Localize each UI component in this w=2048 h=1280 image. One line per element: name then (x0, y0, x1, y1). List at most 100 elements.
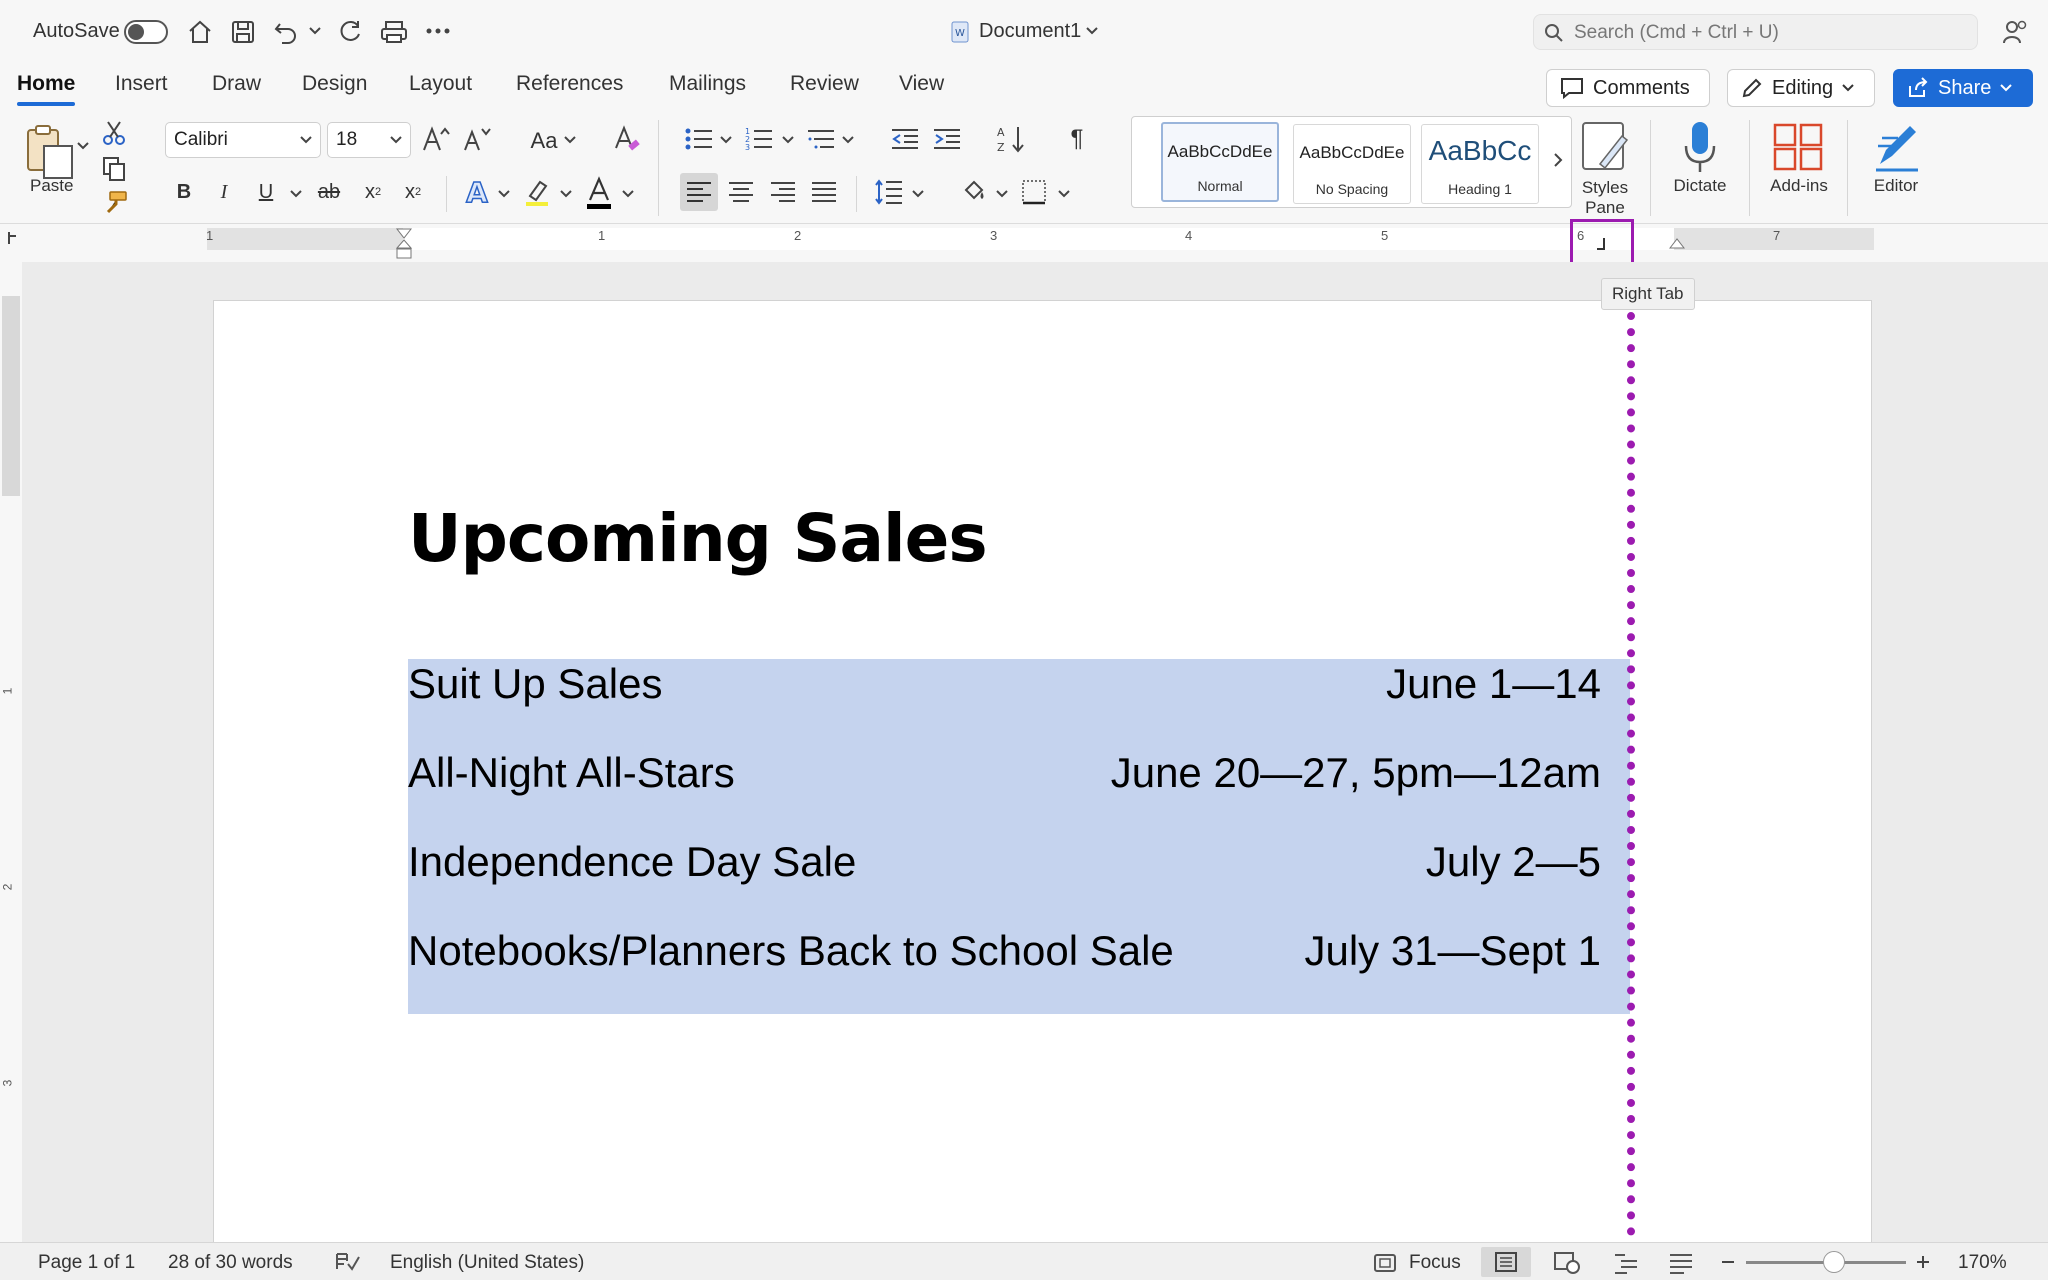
home-icon[interactable] (186, 18, 214, 46)
styles-pane-icon[interactable] (1580, 120, 1630, 172)
document-title[interactable]: Upcoming Sales (408, 500, 988, 577)
add-ins-icon[interactable] (1772, 122, 1824, 172)
font-color-icon[interactable] (584, 176, 614, 210)
line-spacing-icon[interactable] (874, 178, 904, 206)
undo-dropdown-icon[interactable] (308, 26, 322, 36)
style-no-spacing[interactable]: AaBbCcDdEe No Spacing (1293, 124, 1411, 204)
borders-icon[interactable] (1020, 178, 1048, 206)
document-name[interactable]: Document1 (979, 20, 1081, 43)
tab-design[interactable]: Design (302, 72, 367, 96)
paste-dropdown-icon[interactable] (77, 142, 89, 150)
horizontal-ruler[interactable]: 1 1 2 3 4 5 6 7 (0, 224, 2048, 262)
chevron-down-icon[interactable] (1058, 190, 1070, 198)
chevron-down-icon[interactable] (996, 190, 1008, 198)
italic-icon[interactable]: I (210, 176, 238, 208)
decrease-font-size-icon[interactable] (462, 124, 492, 154)
tab-selector-icon[interactable] (5, 230, 19, 246)
align-left-button[interactable] (680, 173, 718, 211)
print-icon[interactable] (379, 18, 409, 46)
draft-view-icon[interactable] (1668, 1252, 1694, 1274)
search-input[interactable]: Search (Cmd + Ctrl + U) (1533, 14, 1978, 50)
align-right-icon[interactable] (770, 180, 796, 204)
decrease-indent-icon[interactable] (890, 126, 920, 152)
editing-mode-button[interactable]: Editing (1727, 69, 1875, 107)
tab-insert[interactable]: Insert (115, 72, 168, 96)
zoom-slider-thumb[interactable] (1823, 1251, 1845, 1273)
redo-icon[interactable] (336, 18, 364, 46)
shading-icon[interactable] (960, 176, 990, 206)
sort-icon[interactable]: AZ (996, 124, 1028, 154)
editor-icon[interactable] (1872, 120, 1922, 174)
justify-icon[interactable] (811, 180, 837, 204)
tab-home[interactable]: Home (17, 72, 76, 106)
proofing-icon[interactable] (335, 1251, 361, 1273)
more-options-icon[interactable] (425, 26, 451, 36)
subscript-icon[interactable]: x2 (358, 176, 388, 208)
tab-layout[interactable]: Layout (409, 72, 472, 96)
focus-label[interactable]: Focus (1409, 1252, 1461, 1274)
highlight-icon[interactable] (522, 176, 552, 208)
indent-markers[interactable] (395, 228, 413, 262)
clear-formatting-icon[interactable] (612, 124, 642, 154)
bold-icon[interactable]: B (170, 176, 198, 208)
align-center-icon[interactable] (728, 180, 754, 204)
right-indent-marker[interactable] (1668, 236, 1686, 250)
style-heading-1[interactable]: AaBbCc Heading 1 (1421, 124, 1539, 204)
undo-icon[interactable] (272, 18, 300, 46)
sale-name[interactable]: Suit Up Sales (408, 660, 662, 708)
tab-review[interactable]: Review (790, 72, 859, 96)
copy-icon[interactable] (102, 156, 126, 182)
text-effects-icon[interactable]: A (462, 176, 492, 208)
tab-references[interactable]: References (516, 72, 623, 96)
chevron-down-icon[interactable] (498, 190, 510, 198)
chevron-down-icon[interactable] (720, 136, 732, 144)
sale-name[interactable]: Independence Day Sale (408, 838, 856, 886)
chevron-down-icon[interactable] (782, 136, 794, 144)
chevron-down-icon[interactable] (912, 190, 924, 198)
bullets-icon[interactable] (684, 126, 714, 152)
format-painter-icon[interactable] (102, 190, 128, 214)
chevron-down-icon[interactable] (290, 190, 302, 198)
share-person-icon[interactable] (2001, 18, 2029, 46)
increase-font-size-icon[interactable] (421, 124, 451, 154)
page-count[interactable]: Page 1 of 1 (38, 1252, 135, 1274)
sale-dates[interactable]: July 31—Sept 1 (1304, 927, 1601, 975)
increase-indent-icon[interactable] (932, 126, 962, 152)
chevron-down-icon[interactable] (842, 136, 854, 144)
multilevel-list-icon[interactable] (806, 126, 836, 152)
chevron-down-icon[interactable] (564, 136, 576, 144)
language[interactable]: English (United States) (390, 1252, 584, 1274)
paste-icon[interactable] (22, 122, 78, 182)
strikethrough-icon[interactable]: ab (312, 176, 346, 208)
sale-dates[interactable]: June 1—14 (1386, 660, 1601, 708)
chevron-right-icon[interactable] (1552, 152, 1564, 168)
superscript-icon[interactable]: x2 (398, 176, 428, 208)
autosave-toggle[interactable] (124, 20, 168, 44)
outline-view-icon[interactable] (1613, 1252, 1639, 1274)
save-icon[interactable] (229, 18, 257, 46)
tab-view[interactable]: View (899, 72, 944, 96)
zoom-out-icon[interactable] (1719, 1253, 1737, 1271)
chevron-down-icon[interactable] (560, 190, 572, 198)
tab-mailings[interactable]: Mailings (669, 72, 746, 96)
chevron-down-icon[interactable] (622, 190, 634, 198)
web-layout-icon[interactable] (1553, 1251, 1581, 1275)
font-size-select[interactable]: 18 (327, 122, 411, 158)
underline-icon[interactable]: U (252, 176, 280, 208)
microphone-icon[interactable] (1680, 120, 1720, 174)
word-count[interactable]: 28 of 30 words (168, 1252, 293, 1274)
show-formatting-icon[interactable]: ¶ (1064, 124, 1090, 154)
numbering-icon[interactable]: 123 (744, 126, 774, 152)
zoom-level[interactable]: 170% (1958, 1252, 2007, 1274)
sale-name[interactable]: Notebooks/Planners Back to School Sale (408, 927, 1174, 975)
style-normal[interactable]: AaBbCcDdEe Normal (1161, 122, 1279, 202)
sale-name[interactable]: All-Night All-Stars (408, 749, 735, 797)
focus-icon[interactable] (1373, 1253, 1397, 1273)
chevron-down-icon[interactable] (1085, 26, 1099, 36)
sale-dates[interactable]: June 20—27, 5pm—12am (1111, 749, 1601, 797)
cut-icon[interactable] (102, 120, 126, 146)
print-layout-icon[interactable] (1494, 1251, 1518, 1273)
tab-draw[interactable]: Draw (212, 72, 261, 96)
share-button[interactable]: Share (1893, 69, 2033, 107)
comments-button[interactable]: Comments (1546, 69, 1710, 107)
